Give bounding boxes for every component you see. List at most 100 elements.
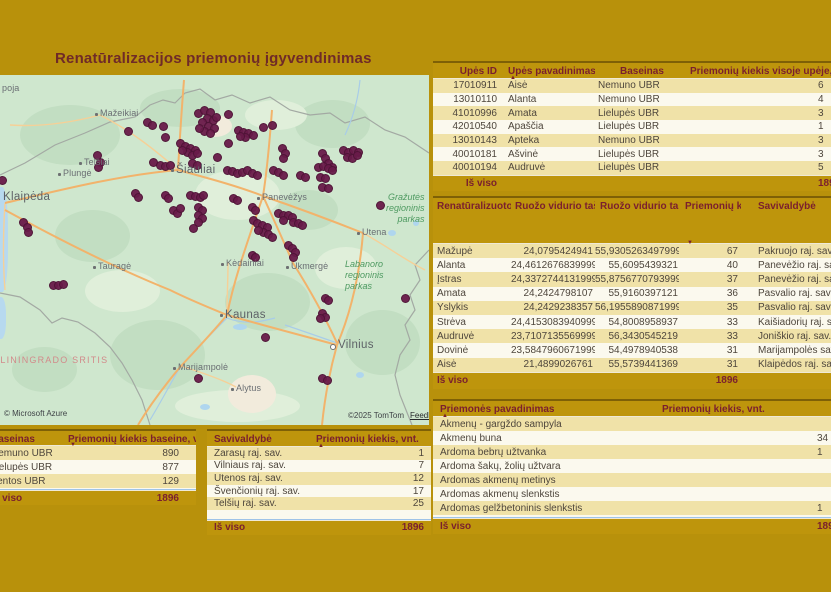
measure-location-dot[interactable]: [134, 193, 143, 202]
measure-location-dot[interactable]: [324, 184, 333, 193]
measure-location-dot[interactable]: [124, 127, 133, 136]
measure-location-dot[interactable]: [316, 314, 325, 323]
measure-location-dot[interactable]: [301, 173, 310, 182]
column-header[interactable]: Ruožo vidurio taško X koordinatė: [511, 198, 595, 246]
measure-location-dot[interactable]: [148, 121, 157, 130]
measure-location-dot[interactable]: [193, 149, 202, 158]
measure-location-dot[interactable]: [279, 154, 288, 163]
table-row[interactable]: Yslykis24,242923835756,195589087199935Pa…: [433, 301, 831, 315]
table-row[interactable]: 13010143AptekaNemuno UBR3: [433, 134, 831, 148]
table-row[interactable]: Ventos UBR129: [0, 474, 196, 488]
measure-location-dot[interactable]: [59, 280, 68, 289]
measure-location-dot[interactable]: [328, 166, 337, 175]
table-row[interactable]: 40010181AšvinėLielupės UBR3: [433, 147, 831, 161]
measure-location-dot[interactable]: [206, 129, 215, 138]
feedback-link[interactable]: Feedback: [410, 411, 429, 420]
table-row[interactable]: 42010540ApaščiaLielupės UBR1: [433, 120, 831, 134]
measure-location-dot[interactable]: [279, 171, 288, 180]
measure-location-dot[interactable]: [261, 333, 270, 342]
measure-location-dot[interactable]: [268, 121, 277, 130]
measure-location-dot[interactable]: [254, 226, 263, 235]
column-header[interactable]: Baseinas: [0, 431, 66, 448]
measure-location-dot[interactable]: [253, 171, 262, 180]
table-row[interactable]: Įstras24,337274413199955,875677079399937…: [433, 272, 831, 286]
table-row[interactable]: Alanta24,461267683999955,609543932140Pan…: [433, 258, 831, 272]
table-row[interactable]: 13010110AlantaNemuno UBR4: [433, 93, 831, 107]
measure-location-dot[interactable]: [212, 113, 221, 122]
column-header[interactable]: Priemonių kiekis, vnt.: [655, 401, 831, 419]
measure-location-dot[interactable]: [324, 296, 333, 305]
measure-location-dot[interactable]: [224, 139, 233, 148]
column-header[interactable]: Ruožo vidurio taško Y koordinatė: [595, 198, 679, 246]
cell: 40010194: [433, 161, 503, 175]
column-header[interactable]: Renatūralizuoto upės ruožo pavadinimas: [433, 198, 511, 246]
table-row[interactable]: Utenos raj. sav.12: [207, 472, 431, 485]
measure-location-dot[interactable]: [321, 174, 330, 183]
measure-location-dot[interactable]: [224, 110, 233, 119]
measure-location-dot[interactable]: [401, 294, 410, 303]
municipalities-table[interactable]: SavivaldybėPriemonių kiekis, vnt.▲Zarasų…: [207, 429, 431, 535]
column-header[interactable]: Savivaldybė: [741, 198, 831, 246]
table-row[interactable]: Nemuno UBR890: [0, 446, 196, 460]
table-row[interactable]: Amata24,242479810755,916039712136Pasvali…: [433, 287, 831, 301]
table-row[interactable]: Akmenų buna34: [433, 431, 831, 445]
measure-location-dot[interactable]: [323, 376, 332, 385]
city-label: Alytus: [236, 383, 261, 393]
measure-location-dot[interactable]: [233, 196, 242, 205]
column-header[interactable]: Priemonių kiekis upės ruože, vnt.▼: [679, 198, 741, 246]
table-row[interactable]: Dovinė23,584796067199954,497894053831Mar…: [433, 343, 831, 357]
cell: 55,9305263497999: [595, 244, 679, 258]
measure-location-dot[interactable]: [249, 131, 258, 140]
table-row[interactable]: Ardoma bebrų užtvanka1: [433, 445, 831, 459]
table-row[interactable]: 41010996AmataLielupės UBR3: [433, 106, 831, 120]
column-header[interactable]: Savivaldybė: [207, 431, 312, 449]
table-row[interactable]: Švenčionių raj. sav.17: [207, 485, 431, 498]
measure-location-dot[interactable]: [195, 124, 204, 133]
measure-location-dot[interactable]: [176, 204, 185, 213]
table-row[interactable]: Ardomas gelžbetoninis slenkstis1: [433, 501, 831, 515]
column-header[interactable]: Baseinas: [595, 63, 687, 81]
measure-location-dot[interactable]: [213, 153, 222, 162]
measure-location-dot[interactable]: [251, 206, 260, 215]
cell: 13010110: [433, 93, 503, 107]
table-row[interactable]: Mažupė24,079542494155,930526349799967Pak…: [433, 244, 831, 258]
column-header[interactable]: Priemonių kiekis, vnt.▲: [312, 431, 431, 449]
measure-location-dot[interactable]: [268, 233, 277, 242]
table-row[interactable]: Telšių raj. sav.25: [207, 497, 431, 510]
measures-table[interactable]: Priemonės pavadinimas▲Priemonių kiekis, …: [433, 399, 831, 534]
basins-table[interactable]: BaseinasPriemonių kiekis baseine, vnt.▼N…: [0, 429, 196, 505]
measure-location-dot[interactable]: [178, 146, 187, 155]
table-row[interactable]: Lielupės UBR877: [0, 460, 196, 474]
measure-location-dot[interactable]: [194, 374, 203, 383]
table-row[interactable]: Ardomas akmenų slenkstis: [433, 487, 831, 501]
measure-location-dot[interactable]: [159, 122, 168, 131]
column-header[interactable]: Priemonių kiekis baseine, vnt.▼: [66, 431, 196, 448]
column-header[interactable]: Priemonės pavadinimas▲: [433, 401, 655, 419]
lithuania-map[interactable]: pojaMažeikiaiTelšiaiPlungėKlaipėdaŠiauli…: [0, 75, 429, 425]
measure-location-dot[interactable]: [376, 201, 385, 210]
measure-location-dot[interactable]: [24, 228, 33, 237]
measure-location-dot[interactable]: [236, 132, 245, 141]
column-header[interactable]: Priemonių kiekis visoje upėje, vnt.: [687, 63, 831, 81]
table-row[interactable]: Aisė21,489902676155,573944136931Klaipėdo…: [433, 358, 831, 372]
measure-location-dot[interactable]: [164, 194, 173, 203]
measure-location-dot[interactable]: [298, 221, 307, 230]
measure-location-dot[interactable]: [189, 224, 198, 233]
column-header[interactable]: Upės ID: [433, 63, 503, 81]
measure-location-dot[interactable]: [353, 151, 362, 160]
measure-location-dot[interactable]: [199, 191, 208, 200]
measure-location-dot[interactable]: [161, 133, 170, 142]
table-row[interactable]: Audruvė23,710713556999956,343054521933Jo…: [433, 329, 831, 343]
table-row[interactable]: Akmenų - gargždo sampyla: [433, 417, 831, 431]
table-row[interactable]: 17010911AisėNemuno UBR6: [433, 79, 831, 93]
measure-location-dot[interactable]: [259, 123, 268, 132]
rivers-table[interactable]: Upės IDUpės pavadinimas▲BaseinasPriemoni…: [433, 61, 831, 191]
table-row[interactable]: 40010194AudruvėLielupės UBR5: [433, 161, 831, 175]
measure-location-dot[interactable]: [279, 216, 288, 225]
river-segments-table[interactable]: Renatūralizuoto upės ruožo pavadinimasRu…: [433, 196, 831, 389]
table-row[interactable]: Ardomas akmenų metinys: [433, 473, 831, 487]
table-row[interactable]: Strėva24,415308394099954,800895893733Kai…: [433, 315, 831, 329]
table-row[interactable]: Ardoma šakų, žolių užtvara: [433, 459, 831, 473]
column-header[interactable]: Upės pavadinimas▲: [503, 63, 595, 81]
table-row[interactable]: Vilniaus raj. sav.7: [207, 460, 431, 473]
